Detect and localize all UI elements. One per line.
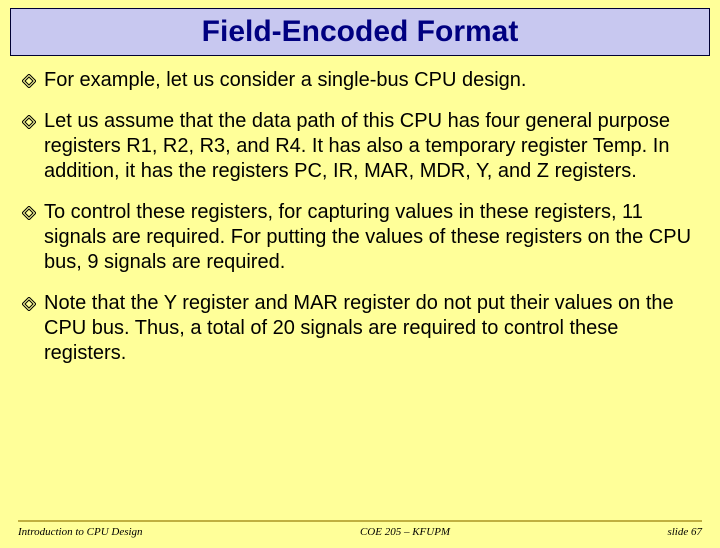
bullet-text: For example, let us consider a single-bu… bbox=[44, 68, 526, 93]
list-item: Let us assume that the data path of this… bbox=[22, 109, 698, 184]
diamond-bullet-icon bbox=[22, 74, 36, 88]
diamond-bullet-icon bbox=[22, 206, 36, 220]
slide-title: Field-Encoded Format bbox=[202, 15, 519, 48]
footer-left-text: Introduction to CPU Design bbox=[18, 526, 143, 538]
bullet-text: Note that the Y register and MAR registe… bbox=[44, 291, 698, 366]
footer-center-text: COE 205 – KFUPM bbox=[143, 526, 668, 538]
bullet-text: Let us assume that the data path of this… bbox=[44, 109, 698, 184]
title-bar: Field-Encoded Format bbox=[10, 8, 710, 56]
list-item: Note that the Y register and MAR registe… bbox=[22, 291, 698, 366]
list-item: For example, let us consider a single-bu… bbox=[22, 68, 698, 93]
footer: Introduction to CPU Design COE 205 – KFU… bbox=[0, 514, 720, 548]
footer-right-text: slide 67 bbox=[667, 526, 702, 538]
diamond-bullet-icon bbox=[22, 115, 36, 129]
list-item: To control these registers, for capturin… bbox=[22, 200, 698, 275]
content-area: For example, let us consider a single-bu… bbox=[0, 56, 720, 366]
footer-divider bbox=[18, 520, 702, 522]
footer-row: Introduction to CPU Design COE 205 – KFU… bbox=[18, 526, 702, 538]
diamond-bullet-icon bbox=[22, 297, 36, 311]
bullet-text: To control these registers, for capturin… bbox=[44, 200, 698, 275]
